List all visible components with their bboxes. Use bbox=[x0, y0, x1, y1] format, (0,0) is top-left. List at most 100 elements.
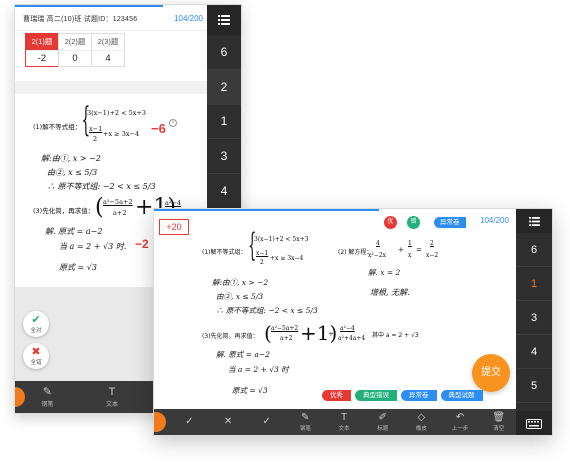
stage: 曹瑞瑞 高二(10)班 试题ID：123456 104/200 2(1)题 -2… bbox=[0, 0, 570, 462]
clear-tool[interactable]: 🗑 清空 bbox=[479, 412, 518, 432]
sub-question-tabs: 2(1)题 -2 2(2)题 0 2(3)题 4 bbox=[25, 33, 125, 67]
front-p3-num2: a²−4 bbox=[340, 325, 355, 332]
text-tool[interactable]: T 文本 bbox=[80, 386, 145, 408]
text-label: 文本 bbox=[338, 426, 350, 432]
problem-1-line2: +x ≥ 3x−4 bbox=[103, 130, 140, 138]
check-tool[interactable]: ✓ bbox=[170, 416, 209, 428]
answer-line-3: ∴ 原不等式组: −2 < x ≤ 5/3 bbox=[47, 182, 156, 191]
tab-question-2-1[interactable]: 2(1)题 -2 bbox=[25, 33, 59, 67]
wrong-tag[interactable]: 错 bbox=[407, 216, 420, 229]
undo-tool[interactable]: ↶ 上一步 bbox=[441, 412, 480, 432]
cross-icon: ✕ bbox=[223, 416, 233, 427]
front-question-sidebar: 6 1 3 4 5 bbox=[516, 209, 552, 435]
cross-tool[interactable]: ✕ bbox=[209, 416, 248, 428]
tab-score: 4 bbox=[92, 50, 124, 66]
front-p2-answer-2: 增根, 无解. bbox=[370, 288, 410, 297]
tab-score: 0 bbox=[59, 50, 91, 66]
all-correct-button[interactable]: ✔ 全对 bbox=[23, 311, 49, 337]
tag-typical-question-button[interactable]: 典型试题 bbox=[440, 390, 483, 401]
tag-excellent-button[interactable]: 优秀 bbox=[322, 390, 351, 401]
tag-typical-error-button[interactable]: 典型错误 bbox=[355, 390, 397, 401]
all-wrong-button[interactable]: ✖ 全错 bbox=[23, 343, 49, 369]
front-sidebar-question-5[interactable]: 5 bbox=[516, 369, 552, 403]
tag-bar: 优秀 典型错误 异常卷 典型试题 bbox=[322, 390, 487, 401]
front-problem-1-line1: 3(x−1)+2 < 5x+3 bbox=[254, 236, 309, 243]
question-count: 104/200 bbox=[174, 14, 203, 23]
front-p3-den2: a²+4a+4 bbox=[338, 335, 366, 342]
text-tool[interactable]: T 文本 bbox=[325, 412, 364, 432]
menu-icon[interactable] bbox=[207, 5, 241, 35]
check-icon: ✓ bbox=[185, 416, 194, 427]
sidebar-question-1[interactable]: 6 bbox=[207, 35, 241, 70]
front-progress-bar bbox=[154, 209, 379, 211]
problem-3-title: (3)先化简，再求值： bbox=[33, 207, 95, 215]
problem-1-line1: 3(x−1)+2 < 5x+3 bbox=[87, 109, 146, 117]
front-problem-1-line2: +x ≥ 3x−4 bbox=[270, 255, 304, 262]
answer-line-1: 解:由①, x > −2 bbox=[41, 154, 101, 163]
eraser-label: 橡皮 bbox=[415, 426, 427, 432]
sidebar-question-5[interactable]: 4 bbox=[207, 174, 241, 209]
problem-1-frac-den: 2 bbox=[93, 135, 98, 143]
pen-icon: ✎ bbox=[301, 412, 310, 423]
sidebar-question-4[interactable]: 3 bbox=[207, 139, 241, 175]
student-info: 曹瑞瑞 高二(10)班 试题ID：123456 bbox=[23, 16, 138, 23]
abnormal-tag[interactable]: 异常卷 bbox=[434, 217, 466, 228]
front-p3-answer-3: 原式 = √3 bbox=[232, 386, 268, 395]
submit-button[interactable]: 提交 bbox=[472, 354, 510, 392]
pen-label: 钢笔 bbox=[41, 402, 54, 408]
title-tool[interactable]: ✐ 标题 bbox=[363, 412, 402, 432]
eraser-icon: ◇ bbox=[417, 412, 426, 423]
tab-label: 2(1)题 bbox=[26, 34, 58, 50]
check-icon: ✔ bbox=[31, 313, 41, 326]
front-p3-den: a+2 bbox=[280, 335, 293, 342]
problem-3-num2: a²−4 bbox=[165, 199, 182, 207]
eraser-tool[interactable]: ◇ 橡皮 bbox=[402, 412, 441, 432]
answer-3-line-3: 原式 = √3 bbox=[59, 263, 97, 272]
front-equals: = bbox=[416, 246, 422, 254]
problem-3-den: a+2 bbox=[113, 209, 127, 217]
problem-1-score: −6 bbox=[151, 121, 166, 136]
front-tablet-window: +20 优 错 异常卷 104/200 (1)解不等式组： { 3(x−1)+2… bbox=[153, 208, 553, 436]
front-menu-icon[interactable] bbox=[516, 209, 552, 233]
front-sidebar-question-1[interactable]: 6 bbox=[516, 233, 552, 267]
front-p3-answer-2: 当 a = 2 + √3 时 bbox=[228, 365, 289, 374]
front-p3-answer-1: 解. 原式 = a−2 bbox=[216, 350, 270, 359]
pen-tool[interactable]: ✎ 钢笔 bbox=[286, 412, 325, 432]
front-frac1-den: x²−2x bbox=[368, 252, 387, 259]
undo-label: 上一步 bbox=[451, 426, 469, 432]
front-collapse-toolbar-button[interactable] bbox=[154, 412, 166, 432]
problem-1-title: (1)解不等式组： bbox=[33, 123, 82, 131]
answer-3-line-1: 解. 原式 = a−2 bbox=[45, 227, 103, 236]
front-answer-2: 由②, x ≤ 5/3 bbox=[216, 292, 264, 301]
all-wrong-label: 全错 bbox=[30, 359, 42, 366]
front-sidebar-question-3[interactable]: 3 bbox=[516, 301, 552, 335]
excellent-tag[interactable]: 优 bbox=[384, 216, 397, 229]
tab-score: -2 bbox=[26, 50, 58, 66]
front-problem-1-title: (1)解不等式组： bbox=[202, 249, 247, 256]
front-p2-answer-1: 解. x = 2 bbox=[368, 268, 401, 277]
tag-abnormal-button[interactable]: 异常卷 bbox=[401, 390, 437, 401]
tab-question-2-3[interactable]: 2(3)题 4 bbox=[91, 33, 125, 67]
front-problem-1-den: 2 bbox=[260, 259, 264, 266]
tab-question-2-2[interactable]: 2(2)题 0 bbox=[58, 33, 92, 67]
pen-label: 钢笔 bbox=[299, 426, 311, 432]
front-question-count: 104/200 bbox=[480, 216, 509, 225]
trash-icon: 🗑 bbox=[492, 412, 506, 423]
cross-icon: ✖ bbox=[31, 345, 41, 358]
half-check-icon: ✓ bbox=[262, 416, 271, 427]
sidebar-question-2[interactable]: 2 bbox=[207, 69, 241, 105]
front-plus: + bbox=[398, 246, 404, 254]
problem-3-num: a²−5a+2 bbox=[103, 198, 133, 206]
tab-label: 2(3)题 bbox=[97, 37, 119, 46]
front-sidebar-question-2[interactable]: 1 bbox=[516, 267, 552, 301]
keyboard-icon[interactable] bbox=[516, 411, 552, 435]
front-p3-condition: 其中 a = 2 + √3 bbox=[372, 332, 419, 339]
text-label: 文本 bbox=[106, 402, 119, 408]
half-check-tool[interactable]: ✓ bbox=[247, 416, 286, 428]
front-sidebar-question-4[interactable]: 4 bbox=[516, 335, 552, 369]
remove-score-icon[interactable]: × bbox=[169, 119, 177, 127]
text-icon: T bbox=[108, 386, 116, 398]
section-divider bbox=[15, 81, 209, 94]
front-frac2-num: 1 bbox=[408, 240, 412, 247]
sidebar-question-3[interactable]: 1 bbox=[207, 105, 241, 140]
